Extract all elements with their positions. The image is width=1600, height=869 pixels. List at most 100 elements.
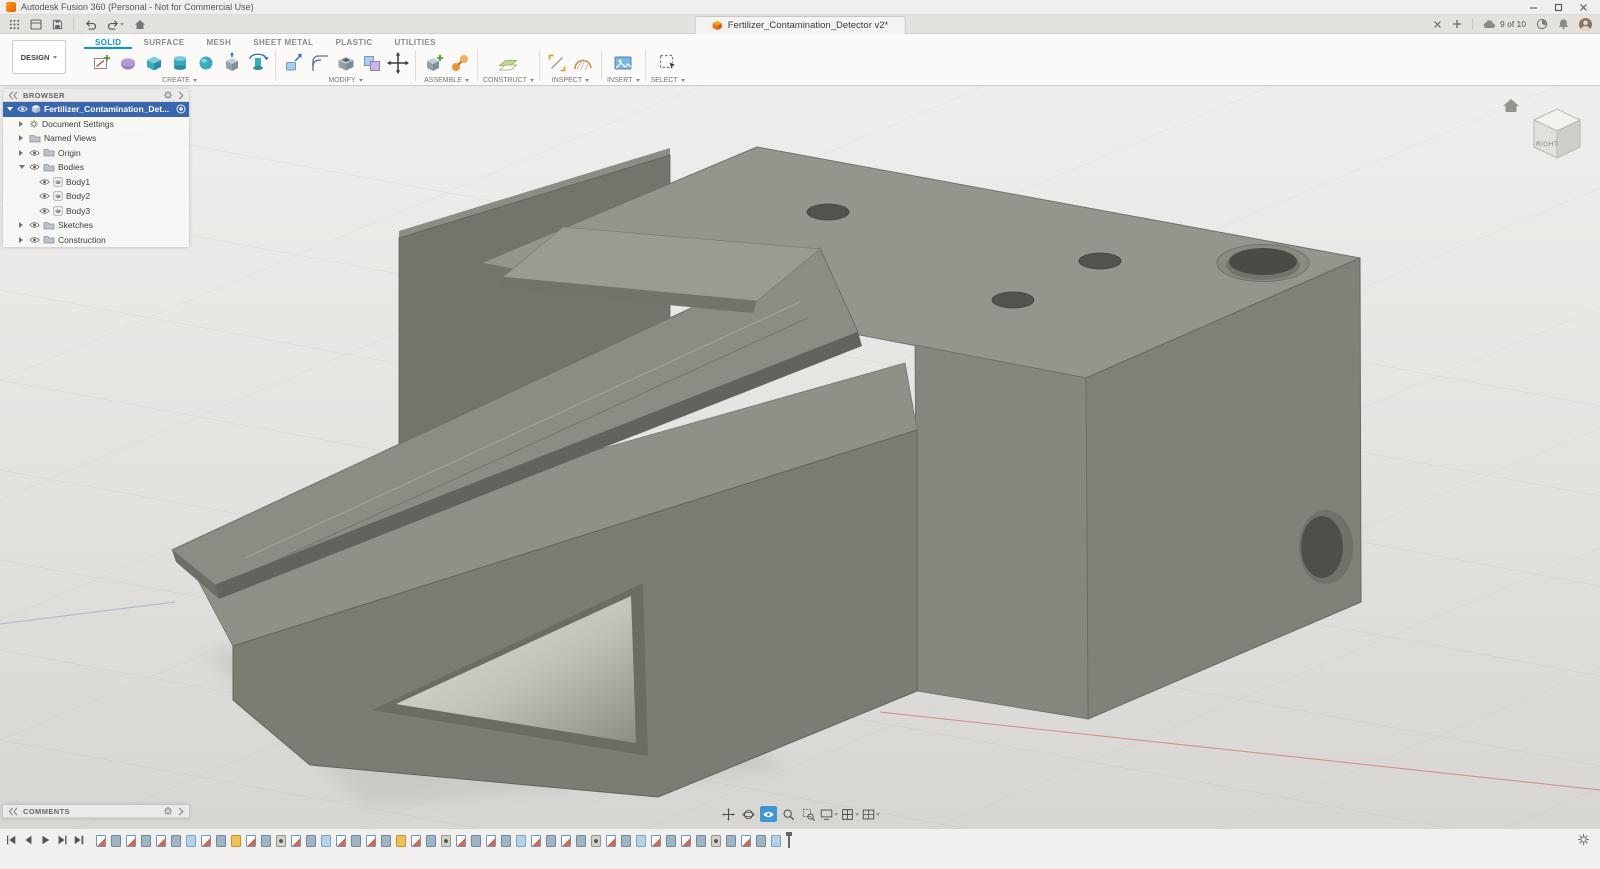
timeline-position-marker[interactable]: [786, 832, 792, 848]
timeline-extrude-feature-icon[interactable]: [111, 834, 121, 847]
tab-plastic[interactable]: PLASTIC: [324, 35, 383, 49]
close-window-button[interactable]: [1579, 3, 1588, 12]
visibility-eye-icon[interactable]: [29, 149, 40, 157]
save-button[interactable]: [52, 19, 63, 30]
timeline-extrude-feature-icon[interactable]: [261, 834, 271, 847]
visibility-eye-icon[interactable]: [39, 192, 50, 200]
look-at-button[interactable]: [760, 806, 777, 822]
timeline-extrude-feature-icon[interactable]: [501, 834, 511, 847]
browser-item-body3[interactable]: Body3: [3, 204, 189, 219]
document-tab[interactable]: Fertilizer_Contamination_Detector v2*: [694, 16, 906, 34]
inspect-group-label[interactable]: INSPECT: [552, 76, 590, 84]
tab-sheet-metal[interactable]: SHEET METAL: [242, 35, 324, 49]
timeline-extrude-feature-icon[interactable]: [576, 834, 586, 847]
timeline-sketch-feature-icon[interactable]: [96, 834, 106, 847]
timeline-sketch-feature-icon[interactable]: [411, 834, 421, 847]
timeline-sketch-feature-icon[interactable]: [606, 834, 616, 847]
panel-gear-icon[interactable]: [163, 90, 173, 100]
create-form-button[interactable]: [115, 50, 140, 75]
browser-item-body1[interactable]: Body1: [3, 175, 189, 190]
timeline-sketch-feature-icon[interactable]: [531, 834, 541, 847]
visibility-eye-icon[interactable]: [17, 105, 28, 113]
timeline-extrude-feature-icon[interactable]: [471, 834, 481, 847]
shell-button[interactable]: [333, 50, 358, 75]
browser-item-body2[interactable]: Body2: [3, 189, 189, 204]
timeline-sketch-feature-icon[interactable]: [456, 834, 466, 847]
grid-settings-button[interactable]: [841, 806, 859, 822]
new-component-button[interactable]: [421, 50, 446, 75]
joint-button[interactable]: [447, 50, 472, 75]
browser-item-bodies[interactable]: Bodies: [3, 160, 189, 175]
timeline-hole-feature-icon[interactable]: [276, 834, 286, 847]
timeline-extrude-feature-icon[interactable]: [381, 834, 391, 847]
browser-item-origin[interactable]: Origin: [3, 146, 189, 161]
timeline-fillet-feature-icon[interactable]: [321, 834, 331, 847]
maximize-button[interactable]: [1554, 3, 1563, 12]
tab-surface[interactable]: SURFACE: [132, 35, 195, 49]
visibility-eye-icon[interactable]: [29, 163, 40, 171]
timeline-sketch-feature-icon[interactable]: [561, 834, 571, 847]
new-tab-button[interactable]: [1452, 19, 1462, 29]
timeline-settings-button[interactable]: [1577, 833, 1590, 846]
timeline-play-button[interactable]: [38, 833, 52, 847]
timeline-hole-feature-icon[interactable]: [711, 834, 721, 847]
job-status-button[interactable]: 9 of 10: [1483, 19, 1526, 29]
create-sketch-button[interactable]: [89, 50, 114, 75]
timeline-extrude-feature-icon[interactable]: [546, 834, 556, 847]
combine-button[interactable]: [359, 50, 384, 75]
tab-solid[interactable]: SOLID: [84, 35, 133, 49]
timeline-extrude-feature-icon[interactable]: [141, 834, 151, 847]
timeline-step-forward-button[interactable]: [55, 833, 69, 847]
insert-canvas-button[interactable]: [611, 50, 636, 75]
disclosure-triangle[interactable]: [18, 135, 26, 142]
user-avatar[interactable]: [1579, 17, 1592, 31]
browser-item-named-views[interactable]: Named Views: [3, 131, 189, 146]
extrude-button[interactable]: [219, 50, 244, 75]
timeline-extrude-feature-icon[interactable]: [726, 834, 736, 847]
press-pull-button[interactable]: [281, 50, 306, 75]
timeline-extrude-feature-icon[interactable]: [696, 834, 706, 847]
activate-radio-icon[interactable]: [176, 104, 186, 114]
redo-button[interactable]: [107, 19, 124, 30]
timeline-extrude-feature-icon[interactable]: [351, 834, 361, 847]
create-box-button[interactable]: [141, 50, 166, 75]
select-group-label[interactable]: SELECT: [651, 76, 685, 84]
construct-plane-button[interactable]: [496, 50, 521, 75]
timeline-sketch-feature-icon[interactable]: [126, 834, 136, 847]
timeline-fillet-feature-icon[interactable]: [771, 834, 781, 847]
viewports-button[interactable]: [862, 806, 880, 822]
app-grid-button[interactable]: [9, 19, 20, 30]
disclosure-triangle[interactable]: [18, 120, 26, 127]
timeline-construct-feature-icon[interactable]: [396, 834, 406, 847]
timeline-extrude-feature-icon[interactable]: [171, 834, 181, 847]
job-progress-button[interactable]: [1536, 18, 1548, 30]
timeline-sketch-feature-icon[interactable]: [291, 834, 301, 847]
view-cube[interactable]: RIGHT: [1498, 93, 1588, 171]
viewport[interactable]: RIGHT: [0, 87, 1600, 828]
timeline-sketch-feature-icon[interactable]: [156, 834, 166, 847]
select-button[interactable]: [655, 50, 680, 75]
timeline-sketch-feature-icon[interactable]: [486, 834, 496, 847]
timeline-sketch-feature-icon[interactable]: [336, 834, 346, 847]
browser-item-construction[interactable]: Construction: [3, 233, 189, 248]
workspace-selector-button[interactable]: DESIGN: [12, 40, 66, 74]
timeline-hole-feature-icon[interactable]: [591, 834, 601, 847]
model-3d[interactable]: [171, 146, 1362, 806]
zoom-window-button[interactable]: [800, 806, 817, 822]
timeline-fillet-feature-icon[interactable]: [636, 834, 646, 847]
undo-button[interactable]: [84, 19, 97, 30]
timeline-sketch-feature-icon[interactable]: [246, 834, 256, 847]
timeline-sketch-feature-icon[interactable]: [681, 834, 691, 847]
disclosure-triangle[interactable]: [18, 236, 26, 243]
timeline-hole-feature-icon[interactable]: [441, 834, 451, 847]
fillet-button[interactable]: [307, 50, 332, 75]
comments-header[interactable]: COMMENTS: [3, 805, 189, 818]
timeline-construct-feature-icon[interactable]: [231, 834, 241, 847]
create-group-label[interactable]: CREATE: [162, 76, 197, 84]
notifications-button[interactable]: [1558, 18, 1569, 30]
timeline-extrude-feature-icon[interactable]: [621, 834, 631, 847]
disclosure-triangle[interactable]: [18, 149, 26, 156]
measure-button[interactable]: [545, 50, 570, 75]
browser-item-document-settings[interactable]: Document Settings: [3, 117, 189, 132]
move-copy-button[interactable]: [385, 50, 410, 75]
